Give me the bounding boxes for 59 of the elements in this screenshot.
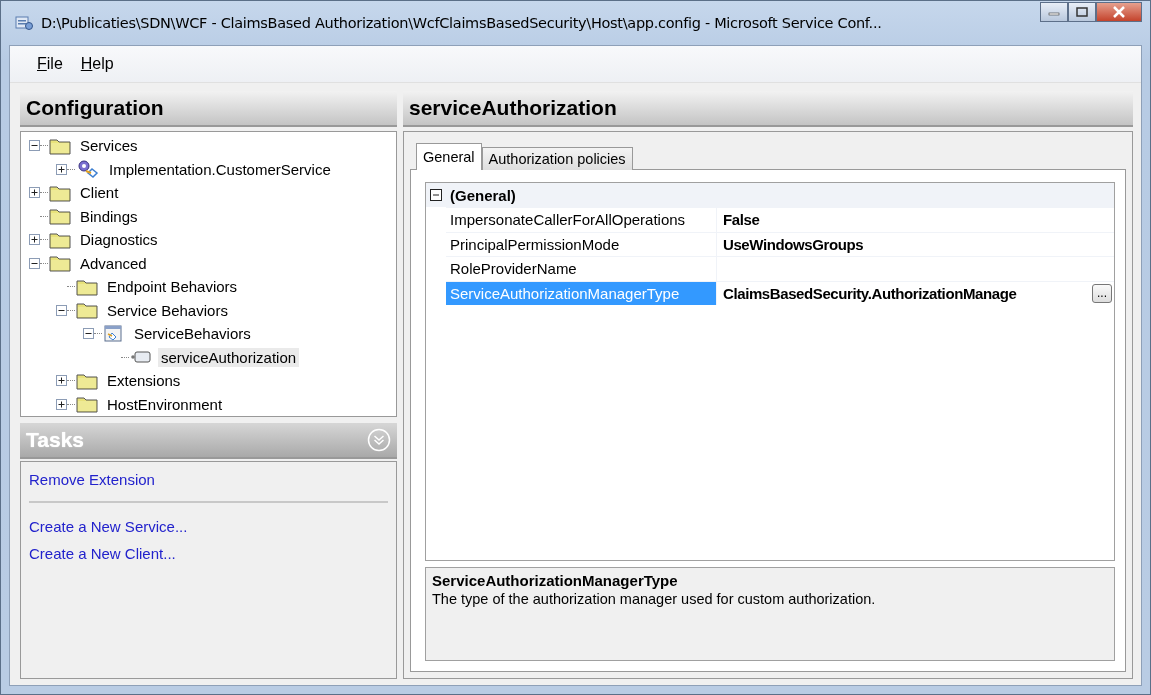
collapse-icon[interactable] bbox=[29, 257, 40, 269]
property-name[interactable]: PrincipalPermissionMode bbox=[446, 232, 717, 256]
folder-icon bbox=[49, 254, 71, 273]
property-value: ClaimsBasedSecurity.AuthorizationManage bbox=[723, 284, 1017, 302]
close-icon bbox=[1112, 6, 1126, 18]
tree-item[interactable]: Services bbox=[77, 136, 141, 156]
task-link[interactable]: Create a New Client... bbox=[29, 543, 176, 564]
maximize-icon bbox=[1076, 7, 1088, 17]
window-title: D:\Publicaties\SDN\WCF - ClaimsBased Authorization\WcfClaimsBasedSecurity\Host\app.config - Microsoft Service Conf... bbox=[41, 15, 882, 31]
tree-item[interactable]: Bindings bbox=[77, 206, 141, 226]
folder-icon bbox=[76, 301, 98, 320]
gear-icon bbox=[76, 159, 100, 180]
folder-icon bbox=[49, 230, 71, 249]
help-title: ServiceAuthorizationManagerType bbox=[432, 572, 678, 589]
tree-item[interactable]: Advanced bbox=[77, 253, 150, 273]
tab[interactable]: Authorization policies bbox=[481, 147, 633, 170]
property-name[interactable]: ImpersonateCallerForAllOperations bbox=[446, 208, 717, 232]
expand-icon[interactable] bbox=[56, 398, 67, 410]
close-button[interactable] bbox=[1096, 2, 1142, 22]
folder-icon bbox=[76, 277, 98, 296]
folder-icon bbox=[76, 371, 98, 390]
expand-icon[interactable] bbox=[56, 163, 67, 175]
collapse-icon[interactable] bbox=[56, 304, 67, 316]
expand-icon[interactable] bbox=[29, 187, 40, 199]
task-link[interactable]: Remove Extension bbox=[29, 469, 155, 490]
folder-icon bbox=[49, 136, 71, 155]
folder-icon bbox=[49, 207, 71, 226]
collapse-icon[interactable] bbox=[430, 189, 442, 201]
help-text: The type of the authorization manager used for custom authorization. bbox=[432, 591, 876, 607]
menu-item[interactable]: File bbox=[37, 55, 63, 73]
expand-icon[interactable] bbox=[29, 234, 40, 246]
folder-icon bbox=[76, 395, 98, 414]
property-name[interactable]: RoleProviderName bbox=[446, 257, 717, 281]
tree-item[interactable]: Implementation.CustomerService bbox=[106, 159, 334, 179]
tab[interactable]: General bbox=[416, 143, 482, 170]
window-icon bbox=[103, 323, 125, 344]
tree-item[interactable]: Diagnostics bbox=[77, 230, 161, 250]
task-link[interactable]: Create a New Service... bbox=[29, 516, 188, 537]
tree-item[interactable]: HostEnvironment bbox=[104, 394, 226, 414]
property-value: False bbox=[723, 211, 760, 229]
menu-item[interactable]: Help bbox=[80, 55, 114, 73]
maximize-button[interactable] bbox=[1068, 2, 1096, 22]
element-icon bbox=[130, 349, 152, 366]
tree-item[interactable]: Service Behaviors bbox=[104, 300, 231, 320]
expand-icon[interactable] bbox=[56, 375, 67, 387]
folder-icon bbox=[49, 183, 71, 202]
collapse-icon[interactable] bbox=[83, 328, 94, 340]
app-icon bbox=[15, 15, 33, 31]
minimize-button[interactable] bbox=[1040, 2, 1068, 22]
property-value: UseWindowsGroups bbox=[723, 235, 864, 253]
panel-header: Tasks bbox=[20, 423, 397, 459]
tree-item[interactable]: Endpoint Behaviors bbox=[104, 277, 241, 297]
tree-item[interactable]: serviceAuthorization bbox=[158, 347, 300, 367]
collapse-icon[interactable] bbox=[29, 140, 40, 152]
tree-item[interactable]: Extensions bbox=[104, 371, 184, 391]
tree-item[interactable]: Client bbox=[77, 183, 122, 203]
category-label: (General) bbox=[450, 186, 516, 204]
tree-item[interactable]: ServiceBehaviors bbox=[131, 324, 254, 344]
browse-button[interactable]: ... bbox=[1092, 283, 1112, 303]
